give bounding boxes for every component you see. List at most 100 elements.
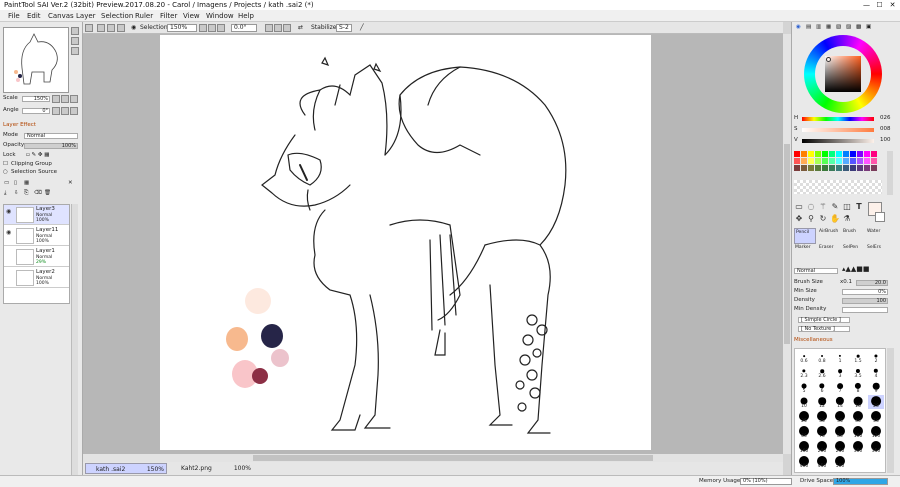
zoom-reset-button[interactable] [217, 24, 225, 32]
brush-size-cell[interactable]: 9 [868, 380, 884, 394]
palette-swatch[interactable] [864, 151, 870, 157]
toolbar-button[interactable] [117, 24, 125, 32]
brush-size-cell[interactable]: 35 [832, 410, 848, 424]
palette-swatch[interactable] [815, 165, 821, 171]
angle-field[interactable]: 0.0° [231, 24, 257, 32]
brush-size-cell[interactable]: 3.5 [850, 365, 866, 379]
palette-swatch[interactable] [843, 158, 849, 164]
palette-swatch[interactable] [864, 158, 870, 164]
palette-swatch[interactable] [857, 165, 863, 171]
transfer-down-icon[interactable]: ⤓ [4, 190, 6, 197]
rotate-right-button[interactable] [274, 24, 282, 32]
brush-size-cell[interactable]: 120 [868, 425, 884, 439]
toolbar-button[interactable] [97, 24, 105, 32]
palette-swatch[interactable] [829, 158, 835, 164]
palette-swatch[interactable] [857, 158, 863, 164]
palette-swatch[interactable] [864, 165, 870, 171]
magic-wand-icon[interactable]: ⚚ [818, 202, 828, 212]
brush-size-cell[interactable]: 60 [796, 425, 812, 439]
merge-down-icon[interactable]: ⇩ [14, 190, 19, 197]
hue-slider[interactable] [802, 117, 874, 121]
palette-swatch[interactable] [871, 165, 877, 171]
angle-minus-button[interactable] [52, 107, 60, 115]
zoom-in-button[interactable] [208, 24, 216, 32]
brush-size-cell[interactable]: 6 [814, 380, 830, 394]
brush-size-cell[interactable]: 2 [868, 350, 884, 364]
new-layer-icon[interactable]: ▭ [4, 180, 9, 187]
new-layer-set-icon[interactable]: ▯ [14, 180, 17, 187]
swatch-tab-icon[interactable]: ▦ [826, 24, 831, 31]
document-tab[interactable]: Kaht2.png 100% [171, 463, 253, 474]
lock-icons[interactable]: ▫ ✎ ✥ ▦ [26, 152, 49, 159]
brush-size-cell[interactable]: 80 [832, 425, 848, 439]
palette-swatch[interactable] [794, 158, 800, 164]
palette-tab-icon[interactable]: ▩ [856, 24, 861, 31]
selection-source-checkbox[interactable]: ○ [3, 169, 8, 176]
navigator-zoom-out-button[interactable] [71, 37, 79, 45]
document-tab[interactable]: kath .sai2 150% [85, 463, 167, 474]
color-picker-handle[interactable] [826, 57, 831, 62]
visibility-eye-icon[interactable] [6, 251, 13, 256]
layer-row[interactable]: ◉ Layer11 Normal 100% [4, 226, 69, 246]
brush-size-cell[interactable]: 350 [868, 440, 884, 454]
menu-file[interactable]: File [8, 12, 20, 21]
brush-brush[interactable]: Brush [842, 228, 864, 244]
picker-icon[interactable]: ✎ [830, 202, 840, 212]
layer-scrollbar[interactable] [71, 204, 78, 486]
menu-view[interactable]: View [183, 12, 200, 21]
fill-icon[interactable]: ◫ [842, 202, 852, 212]
brush-shape-select[interactable]: [ Simple Circle ] [798, 317, 850, 323]
brush-size-cell[interactable]: 250 [832, 440, 848, 454]
brush-size-cell[interactable]: 14 [832, 395, 848, 409]
brush-size-cell[interactable]: 300 [850, 440, 866, 454]
brush-pencil[interactable]: Pencil [794, 228, 816, 244]
brush-size-slider[interactable]: 20.0 [856, 280, 888, 286]
menu-edit[interactable]: Edit [27, 12, 41, 21]
menu-window[interactable]: Window [206, 12, 234, 21]
move-icon[interactable]: ✥ [794, 214, 804, 224]
brush-marker[interactable]: Marker [794, 244, 816, 260]
menu-layer[interactable]: Layer [76, 12, 96, 21]
pattern-tab-icon[interactable]: ▣ [866, 24, 871, 31]
menu-filter[interactable]: Filter [160, 12, 177, 21]
palette-swatch[interactable] [808, 151, 814, 157]
rgb-slider-tab-icon[interactable]: ▤ [806, 24, 811, 31]
palette-swatch[interactable] [871, 151, 877, 157]
hand-icon[interactable]: ✋ [830, 214, 840, 224]
scratch-tab-icon[interactable]: ▨ [846, 24, 851, 31]
select-rect-icon[interactable]: ▭ [794, 202, 804, 212]
layer-row[interactable]: ◉ Layer3 Normal 100% [4, 205, 69, 225]
new-mask-icon[interactable]: ▦ [24, 180, 29, 187]
saturation-value-square[interactable] [825, 56, 861, 92]
palette-swatch[interactable] [815, 158, 821, 164]
palette-swatch[interactable] [801, 165, 807, 171]
palette-swatch[interactable] [829, 165, 835, 171]
empty-palette-slots[interactable] [794, 180, 882, 194]
value-slider[interactable] [802, 139, 874, 143]
density-slider[interactable]: 100 [842, 298, 888, 304]
layer-opacity-slider[interactable]: 100% [24, 143, 78, 149]
menu-canvas[interactable]: Canvas [48, 12, 74, 21]
brush-size-cell[interactable]: 16 [850, 395, 866, 409]
scale-field[interactable]: 150% [22, 96, 50, 102]
palette-swatch[interactable] [850, 158, 856, 164]
layer-delete-x-icon[interactable]: ✕ [68, 180, 73, 187]
saturation-slider[interactable] [802, 128, 874, 132]
brush-size-cell[interactable]: 20 [868, 395, 884, 409]
brush-size-cell[interactable]: 1.5 [850, 350, 866, 364]
vertical-scrollbar[interactable] [783, 34, 791, 454]
rotate-left-button[interactable] [265, 24, 273, 32]
brush-water[interactable]: Water [866, 228, 888, 244]
angle-plus-button[interactable] [61, 107, 69, 115]
brush-size-cell[interactable]: 3 [832, 365, 848, 379]
brush-size-cell[interactable]: 100 [850, 425, 866, 439]
layer-mode-select[interactable]: Normal [24, 133, 78, 139]
toolbar-button[interactable] [85, 24, 93, 32]
scale-plus-button[interactable] [61, 95, 69, 103]
navigator-fit-button[interactable] [71, 47, 79, 55]
visibility-eye-icon[interactable] [6, 272, 13, 277]
palette-swatch[interactable] [843, 151, 849, 157]
palette-swatch[interactable] [850, 151, 856, 157]
brush-size-cell[interactable]: 5 [796, 380, 812, 394]
brush-size-cell[interactable]: 12 [814, 395, 830, 409]
